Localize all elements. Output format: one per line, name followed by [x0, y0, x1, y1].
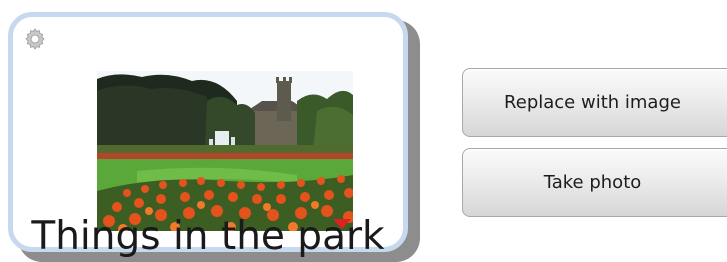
- symbol-card[interactable]: Things in the park: [8, 12, 408, 259]
- screen: Things in the park Replace with image Ta…: [0, 0, 727, 262]
- park-photo[interactable]: [97, 71, 353, 231]
- take-photo-button[interactable]: Take photo: [462, 148, 727, 217]
- gear-icon[interactable]: [23, 27, 47, 51]
- park-photo-image: [97, 71, 353, 231]
- card-title: Things in the park: [31, 214, 385, 259]
- replace-with-image-button[interactable]: Replace with image: [462, 68, 727, 137]
